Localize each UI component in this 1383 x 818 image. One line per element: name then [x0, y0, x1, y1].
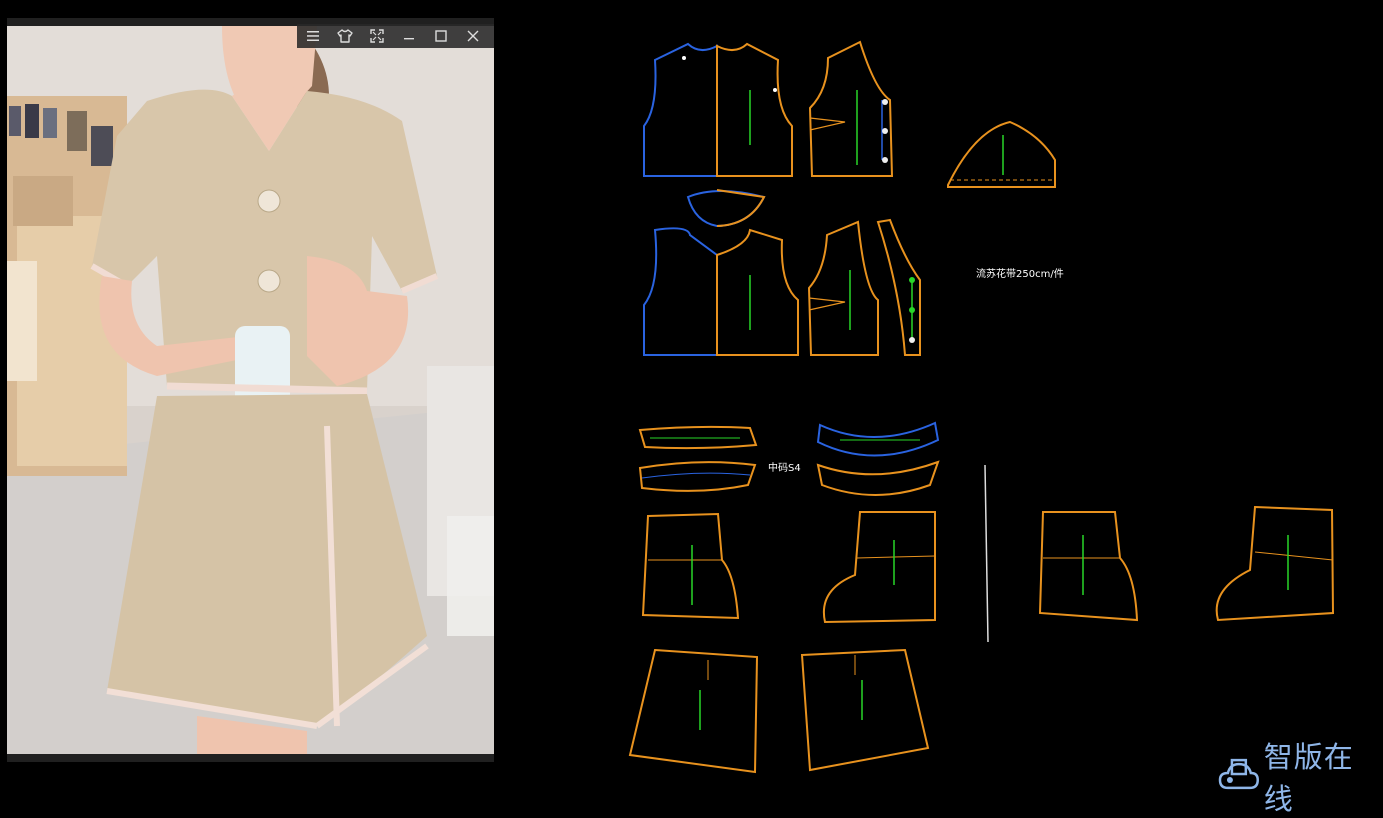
pattern-sleeve[interactable] — [947, 120, 1056, 188]
pattern-canvas[interactable]: 流苏花带250cm/件 中码S4 — [600, 30, 1383, 804]
viewer-bottom-bar — [7, 754, 494, 762]
divider-line — [984, 464, 989, 643]
shirt-icon — [337, 29, 353, 43]
pattern-lining-placket[interactable] — [876, 218, 921, 356]
pattern-lining-back[interactable] — [807, 220, 879, 356]
minimize-icon — [404, 38, 414, 40]
fringe-trim-label: 流苏花带250cm/件 — [976, 269, 1064, 280]
close-button[interactable] — [457, 24, 489, 48]
pattern-shorts-back-left[interactable] — [822, 511, 936, 624]
viewer-toolbar — [297, 24, 494, 48]
menu-button[interactable] — [297, 24, 329, 48]
image-viewer-window — [7, 18, 494, 762]
minimize-button[interactable] — [393, 24, 425, 48]
pattern-shorts-back-right[interactable] — [1215, 505, 1335, 622]
pattern-skirt-front[interactable] — [628, 648, 759, 774]
menu-icon — [307, 31, 319, 41]
pattern-shorts-front-left[interactable] — [641, 512, 740, 620]
pattern-shorts-front-right[interactable] — [1038, 511, 1139, 622]
garment-photo — [7, 26, 494, 754]
pattern-lining-front[interactable] — [643, 227, 799, 356]
pattern-waistband-front[interactable] — [638, 425, 758, 492]
pattern-waistband-back[interactable] — [816, 421, 940, 496]
pattern-back-bodice[interactable] — [808, 40, 894, 177]
cloud-pattern-logo-icon — [1218, 758, 1259, 790]
maximize-icon — [435, 30, 447, 42]
fit-screen-button[interactable] — [361, 24, 393, 48]
pattern-lining-neck-facing[interactable] — [686, 189, 766, 228]
fit-screen-icon — [370, 29, 384, 43]
size-label: 中码S4 — [768, 463, 801, 474]
pattern-front-bodice[interactable] — [643, 42, 793, 177]
pattern-drawing — [628, 40, 1335, 774]
maximize-button[interactable] — [425, 24, 457, 48]
brand-name: 智版在线 — [1263, 740, 1354, 816]
garment-button[interactable] — [329, 24, 361, 48]
pattern-skirt-back[interactable] — [800, 648, 930, 772]
brand-watermark: 智版在线 — [1218, 740, 1383, 816]
close-icon — [467, 30, 479, 42]
